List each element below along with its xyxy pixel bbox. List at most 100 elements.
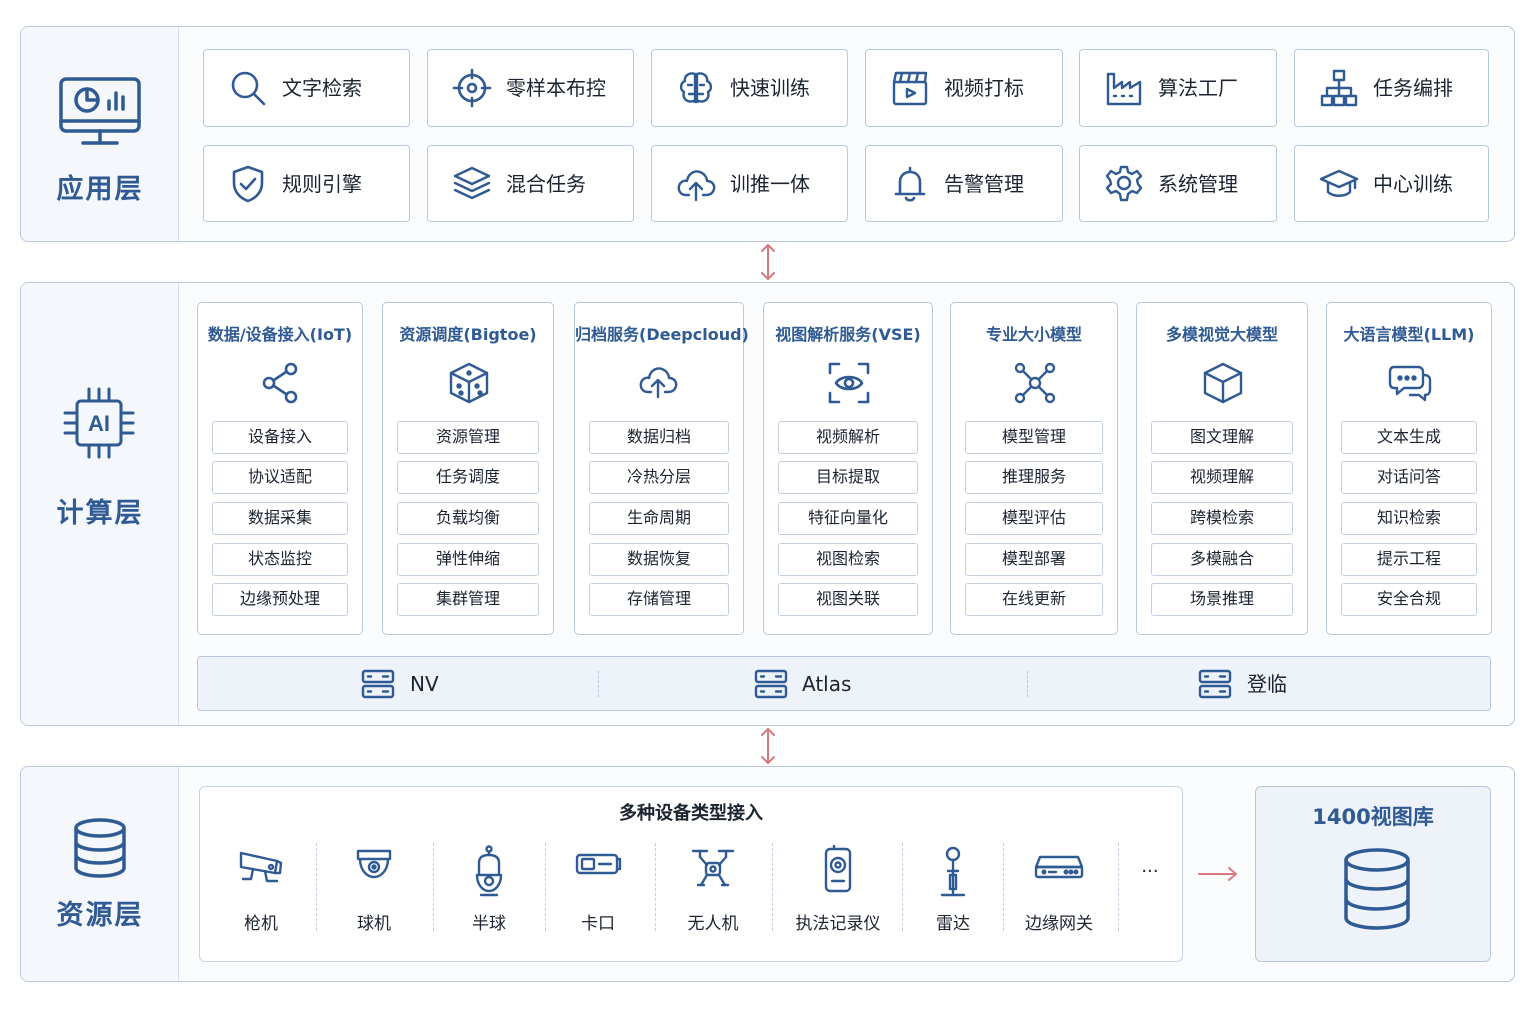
compute-item[interactable]: 在线更新 bbox=[965, 583, 1103, 616]
app-card-label: 视频打标 bbox=[944, 76, 1024, 100]
resource-layer-title: 资源层 bbox=[56, 900, 144, 931]
hardware-divider bbox=[598, 671, 599, 697]
radar-icon bbox=[940, 846, 966, 897]
app-card-layers[interactable]: 混合任务 bbox=[427, 145, 634, 222]
hierarchy-icon bbox=[1320, 69, 1358, 107]
compute-item[interactable]: 视频解析 bbox=[778, 421, 918, 454]
app-card-label: 混合任务 bbox=[506, 172, 586, 196]
drone-icon bbox=[691, 849, 735, 887]
device-label: 球机 bbox=[357, 914, 391, 934]
compute-column: 数据/设备接入(IoT) 设备接入 协议适配 数据采集 状态监控 边缘预处理 bbox=[197, 302, 363, 635]
app-card-label: 快速训练 bbox=[730, 76, 810, 100]
device-label: 执法记录仪 bbox=[795, 914, 881, 934]
compute-item[interactable]: 提示工程 bbox=[1341, 543, 1477, 576]
app-card-hierarchy[interactable]: 任务编排 bbox=[1294, 49, 1489, 127]
graduation-cap-icon bbox=[1319, 169, 1359, 197]
chat-bubbles-icon bbox=[1388, 365, 1432, 402]
app-card-crosshair[interactable]: 零样本布控 bbox=[427, 49, 634, 127]
compute-item[interactable]: 数据恢复 bbox=[589, 543, 729, 576]
compute-item[interactable]: 存储管理 bbox=[589, 583, 729, 616]
share-icon bbox=[262, 362, 298, 404]
compute-item[interactable]: 推理服务 bbox=[965, 461, 1103, 494]
bullet-camera-icon bbox=[239, 851, 283, 883]
compute-item[interactable]: 冷热分层 bbox=[589, 461, 729, 494]
compute-item[interactable]: 状态监控 bbox=[212, 543, 348, 576]
compute-item[interactable]: 对话问答 bbox=[1341, 461, 1477, 494]
device-bullet-camera[interactable]: 枪机 bbox=[201, 835, 321, 935]
compute-item[interactable]: 资源管理 bbox=[397, 421, 539, 454]
bell-icon bbox=[894, 166, 926, 202]
app-card-search[interactable]: 文字检索 bbox=[203, 49, 410, 127]
compute-item[interactable]: 弹性伸缩 bbox=[397, 543, 539, 576]
device-gateway[interactable]: 边缘网关 bbox=[999, 835, 1119, 935]
app-card-bell[interactable]: 告警管理 bbox=[865, 145, 1063, 222]
device-divider bbox=[316, 843, 317, 931]
compute-item[interactable]: 视频理解 bbox=[1151, 461, 1293, 494]
server-icon bbox=[754, 669, 788, 699]
compute-item[interactable]: 视图关联 bbox=[778, 583, 918, 616]
ai-chip-label: AI bbox=[88, 411, 110, 436]
compute-item[interactable]: 模型管理 bbox=[965, 421, 1103, 454]
compute-item[interactable]: 知识检索 bbox=[1341, 502, 1477, 535]
device-drone[interactable]: 无人机 bbox=[653, 835, 773, 935]
device-label: 无人机 bbox=[687, 914, 739, 934]
compute-item[interactable]: 目标提取 bbox=[778, 461, 918, 494]
gateway-icon bbox=[1034, 855, 1084, 879]
server-icon bbox=[1198, 669, 1232, 699]
compute-column: 资源调度(Bigtoe) 资源管理 任务调度 负载均衡 弹性伸缩 集群管理 bbox=[382, 302, 554, 635]
app-card-brain[interactable]: 快速训练 bbox=[651, 49, 848, 127]
app-card-label: 中心训练 bbox=[1373, 172, 1453, 196]
compute-item[interactable]: 集群管理 bbox=[397, 583, 539, 616]
app-card-label: 算法工厂 bbox=[1158, 76, 1238, 100]
compute-item[interactable]: 数据归档 bbox=[589, 421, 729, 454]
app-card-gear[interactable]: 系统管理 bbox=[1079, 145, 1277, 222]
database-icon bbox=[1344, 848, 1410, 930]
factory-icon bbox=[1106, 72, 1142, 106]
application-layer: 应用层 文字检索 零样本布控 快速训练 视频打标 算法工厂 任务编排规则引擎 混合任务 训推一… bbox=[20, 26, 1515, 242]
compute-item[interactable]: 安全合规 bbox=[1341, 583, 1477, 616]
app-card-cloud-upload[interactable]: 训推一体 bbox=[651, 145, 848, 222]
compute-item[interactable]: 协议适配 bbox=[212, 461, 348, 494]
app-card-label: 文字检索 bbox=[282, 76, 362, 100]
app-card-factory[interactable]: 算法工厂 bbox=[1079, 49, 1277, 127]
app-card-shield-check[interactable]: 规则引擎 bbox=[203, 145, 410, 222]
search-icon bbox=[231, 71, 266, 106]
compute-item[interactable]: 视图检索 bbox=[778, 543, 918, 576]
compute-item[interactable]: 图文理解 bbox=[1151, 421, 1293, 454]
compute-column-title: 视图解析服务(VSE) bbox=[775, 325, 921, 344]
device-dome-camera[interactable]: 球机 bbox=[314, 835, 434, 935]
compute-item[interactable]: 跨模检索 bbox=[1151, 502, 1293, 535]
bidirectional-arrow-icon bbox=[761, 244, 775, 280]
hardware-bar: NV Atlas 登临 bbox=[197, 656, 1491, 711]
clapperboard-icon bbox=[892, 71, 928, 106]
compute-item[interactable]: 生命周期 bbox=[589, 502, 729, 535]
compute-item[interactable]: 数据采集 bbox=[212, 502, 348, 535]
compute-item[interactable]: 多模融合 bbox=[1151, 543, 1293, 576]
hardware-label: 登临 bbox=[1247, 672, 1287, 696]
device-checkpoint-camera[interactable]: 卡口 bbox=[538, 835, 658, 935]
compute-item[interactable]: 边缘预处理 bbox=[212, 583, 348, 616]
device-ptz-camera[interactable]: 半球 bbox=[429, 835, 549, 935]
app-card-label: 规则引擎 bbox=[282, 172, 362, 196]
ptz-camera-icon bbox=[475, 845, 503, 897]
compute-item[interactable]: 特征向量化 bbox=[778, 502, 918, 535]
compute-item[interactable]: 任务调度 bbox=[397, 461, 539, 494]
compute-item[interactable]: 场景推理 bbox=[1151, 583, 1293, 616]
app-card-graduation-cap[interactable]: 中心训练 bbox=[1294, 145, 1489, 222]
device-radar[interactable]: 雷达 bbox=[893, 835, 1013, 935]
compute-item[interactable]: 负载均衡 bbox=[397, 502, 539, 535]
compute-item[interactable]: 模型评估 bbox=[965, 502, 1103, 535]
device-body-camera[interactable]: 执法记录仪 bbox=[778, 835, 898, 935]
devices-panel: 多种设备类型接入 枪机 球机 半球 卡口 无人机 执法记录仪 雷达 边缘网关 ··· bbox=[199, 786, 1183, 962]
application-layer-title: 应用层 bbox=[56, 174, 144, 205]
device-label: 半球 bbox=[472, 914, 506, 934]
app-card-label: 系统管理 bbox=[1158, 172, 1238, 196]
view-library-panel: 1400视图库 bbox=[1255, 786, 1491, 962]
app-card-clapperboard[interactable]: 视频打标 bbox=[865, 49, 1063, 127]
compute-item[interactable]: 模型部署 bbox=[965, 543, 1103, 576]
compute-item[interactable]: 设备接入 bbox=[212, 421, 348, 454]
cloud-upload-icon bbox=[677, 170, 716, 202]
body-camera-icon bbox=[824, 845, 852, 893]
compute-item[interactable]: 文本生成 bbox=[1341, 421, 1477, 454]
crosshair-icon bbox=[452, 68, 492, 108]
